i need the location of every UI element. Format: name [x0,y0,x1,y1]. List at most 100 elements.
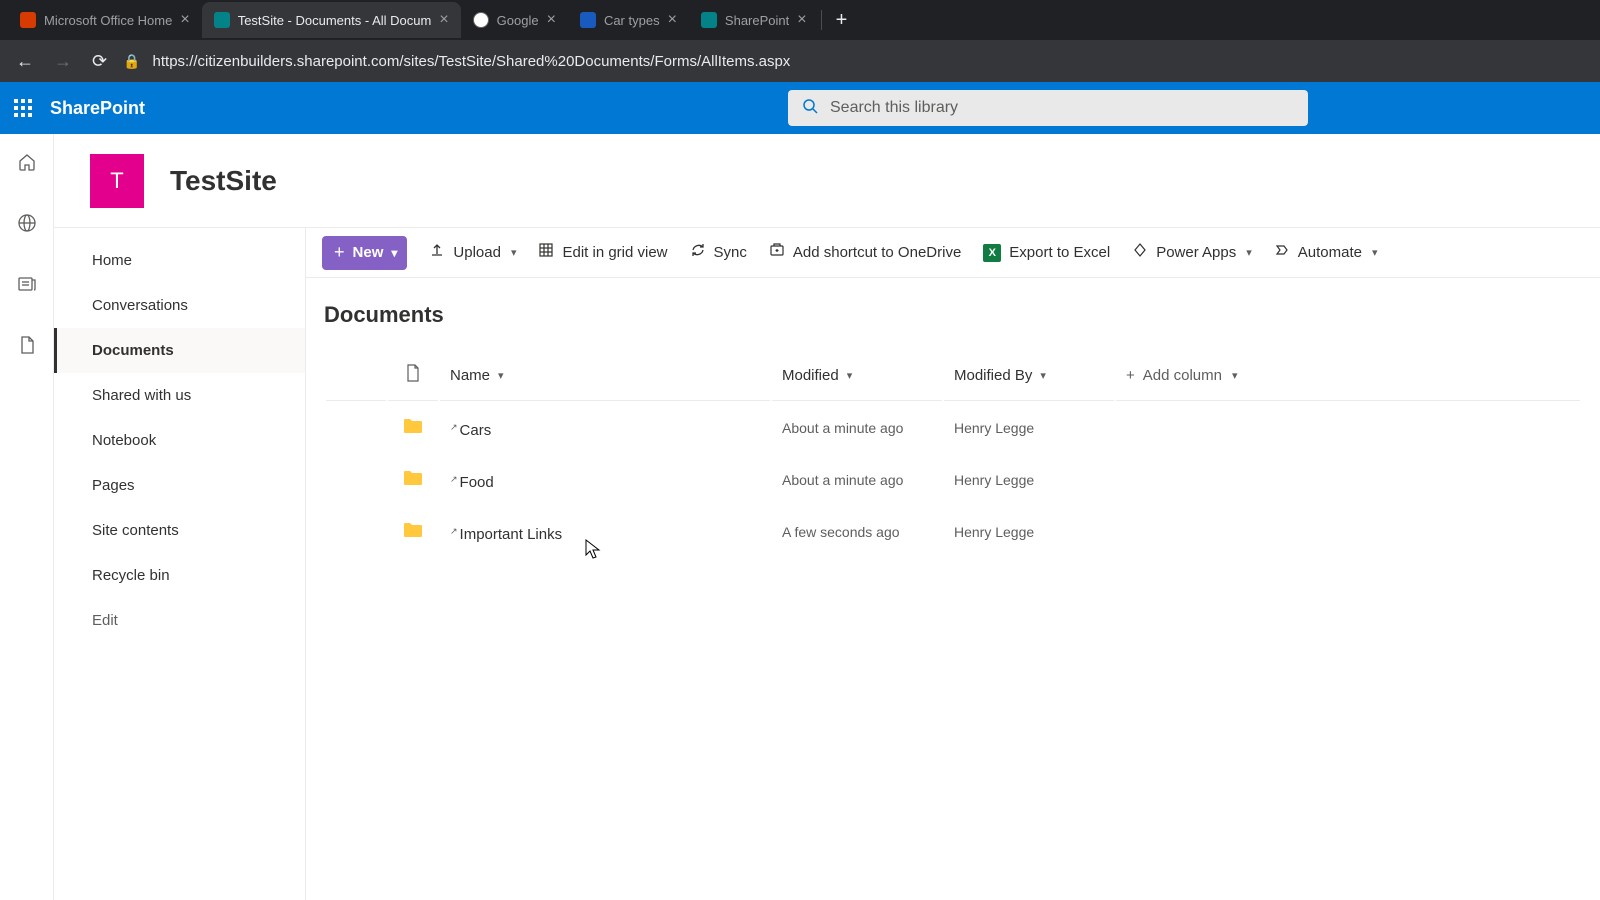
nav-item-sitecontents[interactable]: Site contents [54,508,305,553]
excel-icon: X [983,244,1001,262]
tab-title: TestSite - Documents - All Docum [238,13,432,28]
globe-icon[interactable] [17,213,37,238]
tab-title: Car types [604,13,660,28]
site-title[interactable]: TestSite [170,165,277,197]
column-file-type[interactable] [388,350,438,401]
close-icon[interactable]: × [180,11,189,29]
new-button[interactable]: + New ▾ [322,236,407,270]
modified-cell: About a minute ago [772,403,942,453]
site-logo[interactable]: T [90,154,144,208]
modified-by-cell[interactable]: Henry Legge [944,507,1114,557]
nav-item-recyclebin[interactable]: Recycle bin [54,553,305,598]
search-box[interactable] [788,90,1308,126]
folder-icon [403,522,423,538]
favicon-icon [473,12,489,28]
search-input[interactable] [830,99,1294,117]
page-title: Documents [324,302,1582,328]
search-icon [802,98,818,119]
site-logo-letter: T [110,168,123,194]
news-icon[interactable] [17,274,37,299]
folder-name[interactable]: Cars [460,422,492,439]
chevron-down-icon: ▾ [1232,369,1238,382]
column-modified-by[interactable]: Modified By ▾ [944,350,1114,401]
column-select[interactable] [326,350,386,401]
power-apps-button[interactable]: Power Apps ▾ [1132,242,1252,263]
chevron-down-icon: ▾ [1372,246,1378,259]
reload-button[interactable]: ⟳ [88,47,111,76]
automate-label: Automate [1298,244,1362,261]
table-row[interactable]: ↗Important Links A few seconds ago Henry… [326,507,1580,557]
browser-url-bar: ← → ⟳ 🔒 https://citizenbuilders.sharepoi… [0,40,1600,82]
url-text[interactable]: https://citizenbuilders.sharepoint.com/s… [153,53,1588,70]
browser-tab[interactable]: Car types × [568,2,689,38]
favicon-icon [214,12,230,28]
column-modified[interactable]: Modified▾ [772,350,942,401]
browser-tab[interactable]: Google × [461,2,568,38]
browser-tab-bar: Microsoft Office Home × TestSite - Docum… [0,0,1600,40]
tab-title: Google [497,13,539,28]
lock-icon: 🔒 [123,53,140,70]
chevron-down-icon: ▾ [1040,369,1046,382]
nav-item-conversations[interactable]: Conversations [54,283,305,328]
column-add[interactable]: + Add column ▾ [1116,350,1580,401]
nav-item-shared[interactable]: Shared with us [54,373,305,418]
document-table: Name▾ Modified▾ Modified By ▾ + Add column… [324,348,1582,559]
files-icon[interactable] [17,335,37,360]
folder-name[interactable]: Food [460,474,494,491]
plus-icon: + [334,242,345,263]
export-excel-button[interactable]: X Export to Excel [983,244,1110,262]
chevron-down-icon: ▾ [1246,246,1252,259]
back-button[interactable]: ← [12,47,38,76]
edit-grid-button[interactable]: Edit in grid view [538,242,667,263]
tab-separator [821,10,822,30]
plus-icon: + [1126,367,1135,384]
tab-title: Microsoft Office Home [44,13,172,28]
favicon-icon [580,12,596,28]
column-modified-by-label: Modified By [954,367,1032,384]
upload-button[interactable]: Upload ▾ [429,242,516,263]
nav-item-home[interactable]: Home [54,238,305,283]
automate-button[interactable]: Automate ▾ [1274,242,1378,263]
nav-item-notebook[interactable]: Notebook [54,418,305,463]
favicon-icon [20,12,36,28]
upload-icon [429,242,445,263]
suite-app-name[interactable]: SharePoint [50,98,145,119]
app-launcher-icon[interactable] [14,99,32,117]
nav-edit-link[interactable]: Edit [54,598,305,643]
sync-button[interactable]: Sync [690,242,747,263]
add-column-label: Add column [1143,367,1222,384]
shortcut-label: Add shortcut to OneDrive [793,244,961,261]
forward-button[interactable]: → [50,47,76,76]
edit-grid-label: Edit in grid view [562,244,667,261]
browser-tab[interactable]: SharePoint × [689,2,819,38]
browser-tab[interactable]: TestSite - Documents - All Docum × [202,2,461,38]
automate-icon [1274,242,1290,263]
modified-cell: A few seconds ago [772,507,942,557]
tab-title: SharePoint [725,13,789,28]
shortcut-icon [769,242,785,263]
nav-item-pages[interactable]: Pages [54,463,305,508]
table-row[interactable]: ↗Cars About a minute ago Henry Legge [326,403,1580,453]
close-icon[interactable]: × [797,11,806,29]
close-icon[interactable]: × [547,11,556,29]
modified-cell: About a minute ago [772,455,942,505]
new-tab-button[interactable]: + [824,9,860,32]
add-shortcut-button[interactable]: Add shortcut to OneDrive [769,242,961,263]
sync-icon [690,242,706,263]
home-icon[interactable] [17,152,37,177]
sync-label: Sync [714,244,747,261]
powerapps-icon [1132,242,1148,263]
link-marker-icon: ↗ [450,422,458,433]
folder-name[interactable]: Important Links [460,526,563,543]
folder-icon [403,418,423,434]
column-name[interactable]: Name▾ [440,350,770,401]
modified-by-cell[interactable]: Henry Legge [944,455,1114,505]
browser-tab[interactable]: Microsoft Office Home × [8,2,202,38]
close-icon[interactable]: × [668,11,677,29]
table-row[interactable]: ↗Food About a minute ago Henry Legge [326,455,1580,505]
close-icon[interactable]: × [439,11,448,29]
folder-icon [403,470,423,486]
modified-by-cell[interactable]: Henry Legge [944,403,1114,453]
nav-item-documents[interactable]: Documents [54,328,305,373]
export-label: Export to Excel [1009,244,1110,261]
